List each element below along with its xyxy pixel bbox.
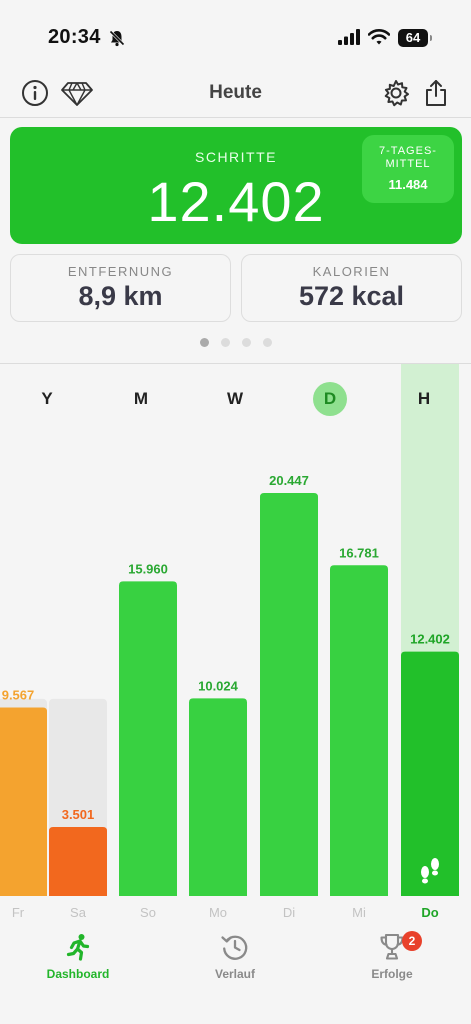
day-label: So <box>140 905 156 920</box>
achievements-badge: 2 <box>402 931 422 951</box>
share-icon[interactable] <box>421 78 451 108</box>
bar-value-label: 20.447 <box>269 473 309 488</box>
day-label: Di <box>283 905 295 920</box>
seven-day-average-value: 11.484 <box>388 177 428 192</box>
page-dot[interactable] <box>242 338 251 347</box>
bar-mi <box>330 565 388 896</box>
day-label: Mo <box>209 905 227 920</box>
day-label: Sa <box>70 905 87 920</box>
bar-sa <box>49 826 107 896</box>
wifi-icon <box>368 29 390 45</box>
bar-value-label: 15.960 <box>128 561 168 576</box>
bar-value-label: 3.501 <box>62 807 95 822</box>
distance-card[interactable]: ENTFERNUNG 8,9 km <box>10 254 231 322</box>
calories-value: 572 kcal <box>298 281 405 311</box>
distance-value: 8,9 km <box>78 281 163 311</box>
page-dot[interactable] <box>263 338 272 347</box>
tab-dashboard-label: Dashboard <box>46 967 110 981</box>
day-label: Fr <box>12 905 25 920</box>
tab-bar: Dashboard Verlauf Erfolge <box>0 924 471 1024</box>
cellular-signal-icon <box>338 29 360 45</box>
navigation-bar: Heute <box>0 70 471 118</box>
bar-mo <box>189 698 247 896</box>
tab-dashboard[interactable]: Dashboard <box>18 932 138 992</box>
day-label: Mi <box>352 905 366 920</box>
seven-day-average-label: 7-TAGES-MITTEL <box>379 145 437 170</box>
range-tab-week[interactable]: W <box>218 382 252 416</box>
bell-slash-icon <box>109 30 125 47</box>
steps-bar-chart: 9.567 Fr 3.501 Sa 15.960 So 10.024 Mo 20.447 Di 16… <box>0 364 459 920</box>
battery-indicator: 64 <box>398 29 432 47</box>
bar-value-label: 10.024 <box>198 678 239 693</box>
page-dot[interactable] <box>221 338 230 347</box>
range-tab-year[interactable]: Y <box>30 382 64 416</box>
history-clock-icon <box>221 935 248 960</box>
calories-card[interactable]: KALORIEN 572 kcal <box>241 254 462 322</box>
range-tab-month[interactable]: M <box>124 382 158 416</box>
tab-history[interactable]: Verlauf <box>175 932 295 992</box>
gear-icon[interactable] <box>381 78 411 108</box>
bar-value-label: 16.781 <box>339 545 379 560</box>
bar-value-label: 9.567 <box>2 687 35 702</box>
day-label: Do <box>421 905 438 920</box>
bar-di <box>260 493 318 896</box>
range-tab-day[interactable]: D <box>313 382 347 416</box>
calories-label: KALORIEN <box>312 264 391 279</box>
tab-history-label: Verlauf <box>214 967 256 981</box>
distance-label: ENTFERNUNG <box>67 264 174 279</box>
page-dot[interactable] <box>200 338 209 347</box>
battery-level: 64 <box>405 30 421 45</box>
bar-do <box>401 651 459 896</box>
seven-day-average: 7-TAGES-MITTEL 11.484 <box>362 135 454 203</box>
bar-value-label: 12.402 <box>410 632 450 647</box>
page-indicator[interactable] <box>200 338 280 348</box>
running-person-icon <box>66 934 90 961</box>
status-time: 20:34 <box>48 26 101 48</box>
tab-achievements-label: Erfolge <box>371 967 413 981</box>
bar-so <box>119 581 177 896</box>
range-tab-hour[interactable]: H <box>407 382 441 416</box>
bar-fr <box>0 707 47 896</box>
tab-achievements[interactable]: Erfolge <box>332 932 452 992</box>
status-bar: 20:34 64 <box>0 0 471 70</box>
steps-card[interactable]: SCHRITTE 12.402 7-TAGES-MITTEL 11.484 <box>10 127 462 244</box>
